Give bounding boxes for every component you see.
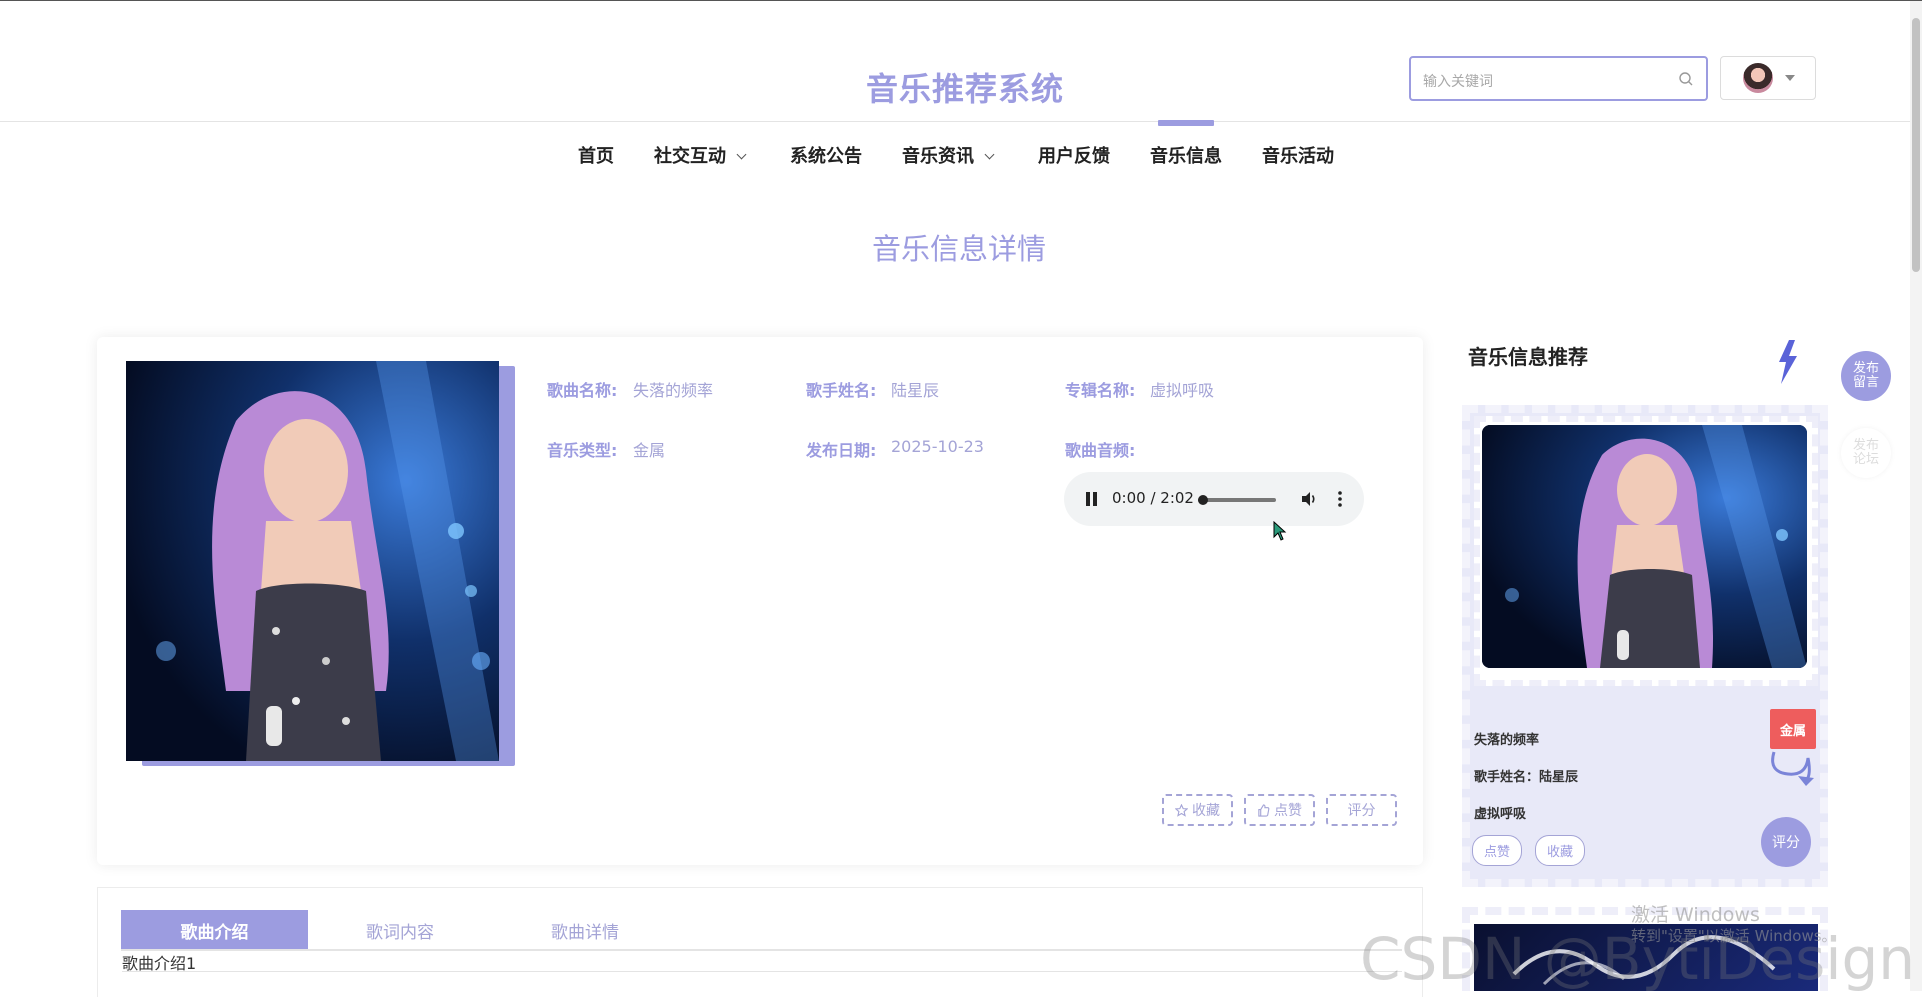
page-title: 音乐信息详情 [872,232,1047,266]
nav-item-news[interactable]: 音乐资讯 [902,142,995,168]
rec-like-button[interactable]: 点赞 [1472,835,1522,866]
genre-label: 音乐类型: [547,441,618,460]
nav-item-label: 用户反馈 [1038,146,1110,167]
volume-icon[interactable] [1300,490,1318,508]
post-message-button[interactable]: 发布留言 [1841,351,1891,401]
tab-song-details[interactable]: 歌曲详情 [525,910,645,950]
post-message-label: 发布留言 [1852,361,1879,390]
recommendation-cover-image[interactable] [1482,425,1807,668]
singer-label: 歌手姓名: [806,381,877,400]
song-name-label: 歌曲名称: [547,381,618,400]
scrollbar-thumb[interactable] [1912,18,1920,272]
nav-item-label: 社交互动 [654,146,726,167]
tab-lyrics[interactable]: 歌词内容 [340,910,460,950]
chevron-down-icon [984,149,995,160]
audio-progress-slider[interactable] [1198,495,1276,505]
content-divider [122,971,1402,972]
audio-label: 歌曲音频: [1065,441,1136,460]
singer-value: 陆星辰 [891,381,940,400]
nav-item-music-info[interactable]: 音乐信息 [1150,142,1222,168]
pause-icon[interactable] [1086,492,1098,506]
windows-activation-watermark: 激活 Windows [1631,904,1760,926]
mouse-cursor-icon [1273,521,1287,541]
nav-active-indicator [1158,120,1214,126]
rec-favorite-button[interactable]: 收藏 [1535,835,1585,866]
lightning-icon [1779,340,1797,384]
song-name-value: 失落的频率 [633,381,714,400]
favorite-label: 收藏 [1192,803,1220,819]
nav-item-home[interactable]: 首页 [578,142,614,168]
rate-button[interactable]: 评分 [1326,794,1397,826]
nav-item-label: 音乐资讯 [902,146,974,167]
search-input[interactable]: 输入关键词 [1409,56,1708,101]
tab-divider [121,949,1402,951]
genre-tag: 金属 [1770,709,1816,749]
chevron-down-icon [736,149,747,160]
nav-item-label: 音乐信息 [1150,146,1222,167]
audio-time: 0:00 / 2:02 [1112,489,1194,507]
nav-item-music-events[interactable]: 音乐活动 [1262,142,1334,168]
album-label: 专辑名称: [1065,381,1136,400]
nav-item-announcements[interactable]: 系统公告 [790,142,862,168]
nav-item-label: 系统公告 [790,146,862,167]
caret-down-icon [1785,75,1795,81]
nav-item-label: 音乐活动 [1262,146,1334,167]
rec-album: 虚拟呼吸 [1474,807,1527,822]
album-value: 虚拟呼吸 [1150,381,1215,400]
release-date-value: 2025-10-23 [891,437,984,456]
search-icon[interactable] [1678,71,1694,87]
thumbs-up-icon [1258,803,1270,817]
nav-item-label: 首页 [578,146,614,167]
recommendation-title: 音乐信息推荐 [1468,345,1588,369]
post-forum-button[interactable]: 发布论坛 [1841,428,1891,478]
nav-item-social[interactable]: 社交互动 [654,142,747,168]
audio-player[interactable]: 0:00 / 2:02 [1064,472,1364,526]
search-placeholder: 输入关键词 [1423,74,1493,90]
rec-rate-button[interactable]: 评分 [1761,817,1811,867]
rate-label: 评分 [1347,803,1376,819]
site-title: 音乐推荐系统 [866,70,1065,108]
nav-item-feedback[interactable]: 用户反馈 [1038,142,1110,168]
csdn-watermark: CSDN @BytiDesign [1360,925,1916,993]
genre-value: 金属 [633,441,666,460]
tab-song-intro[interactable]: 歌曲介绍 [121,910,308,950]
star-icon [1175,803,1188,817]
release-date-label: 发布日期: [806,441,877,460]
favorite-button[interactable]: 收藏 [1162,794,1233,826]
like-button[interactable]: 点赞 [1244,794,1315,826]
avatar [1743,63,1773,93]
tag-curl-decoration [1771,751,1814,786]
album-cover-image [126,361,499,761]
rec-song-name: 失落的频率 [1474,733,1540,748]
post-forum-label: 发布论坛 [1852,438,1879,467]
rec-singer: 歌手姓名：陆星辰 [1474,770,1579,785]
user-menu-button[interactable] [1720,56,1816,100]
more-options-icon[interactable] [1338,490,1342,508]
like-label: 点赞 [1274,803,1302,819]
